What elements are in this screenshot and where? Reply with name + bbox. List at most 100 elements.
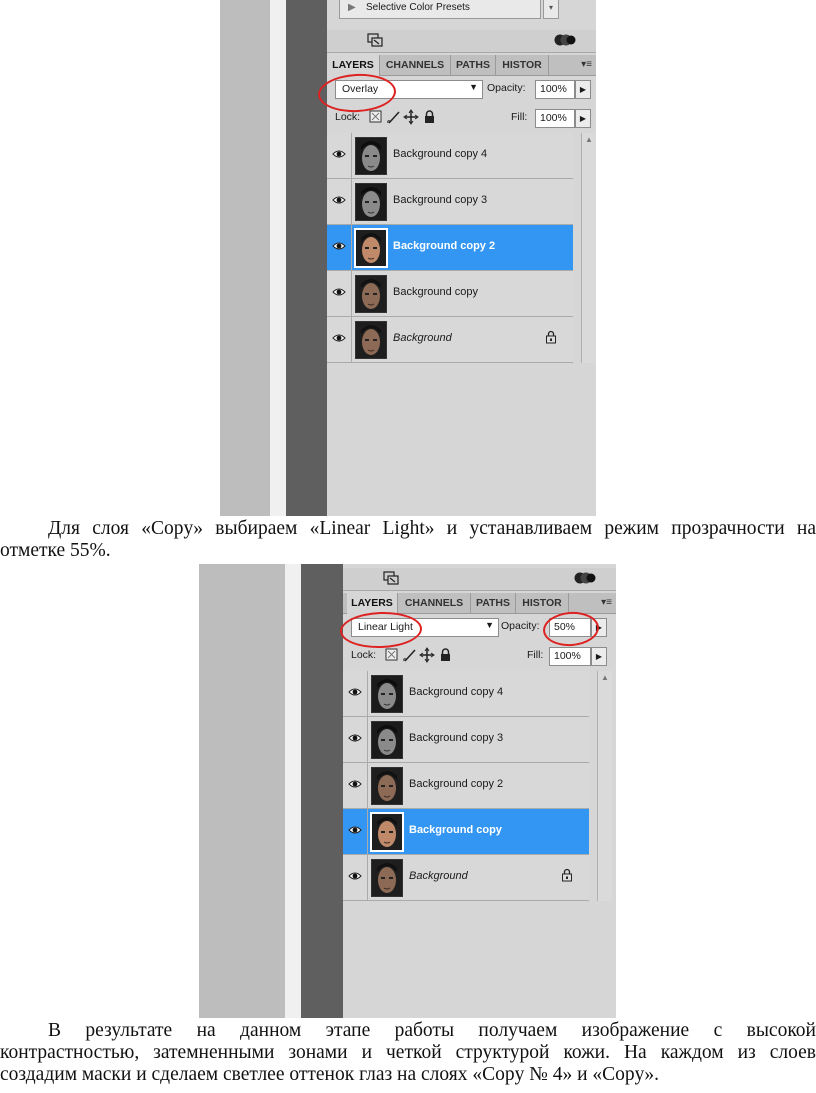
canvas-area-strip	[199, 564, 285, 1018]
visibility-toggle[interactable]	[327, 179, 352, 224]
layer-thumbnail	[355, 321, 387, 359]
tab-history[interactable]: HISTOR	[496, 55, 549, 75]
layer-row[interactable]: Background copy 2	[327, 225, 573, 271]
panel-iconbar	[343, 568, 616, 591]
layer-thumbnail	[355, 183, 387, 221]
visibility-toggle[interactable]	[327, 271, 352, 316]
collapse-icon[interactable]	[367, 33, 383, 47]
layer-row[interactable]: Background copy 4	[327, 133, 573, 179]
lock-icon	[546, 330, 556, 344]
fill-value: 100%	[540, 112, 567, 124]
paragraph-1-line-2: отметке 55%.	[0, 540, 111, 561]
lock-options[interactable]	[369, 109, 449, 125]
layer-row[interactable]: Background copy	[327, 271, 573, 317]
lock-options[interactable]	[385, 647, 465, 663]
tab-channels[interactable]: CHANNELS	[380, 55, 451, 75]
lock-label: Lock:	[335, 111, 361, 123]
tab-history[interactable]: HISTOR	[516, 593, 569, 613]
opacity-label: Opacity:	[501, 620, 540, 632]
layer-row[interactable]: Background copy 2	[343, 763, 589, 809]
fill-input[interactable]: 100%	[535, 109, 575, 128]
dropdown-arrow-icon: ▼	[485, 620, 494, 630]
opacity-value: 100%	[540, 83, 567, 95]
panel-menu-icon[interactable]: ▾≡	[601, 593, 612, 613]
layer-row[interactable]: Background copy	[343, 809, 589, 855]
move-icon	[419, 647, 435, 663]
tab-paths[interactable]: PATHS	[471, 593, 516, 613]
visibility-toggle[interactable]	[343, 855, 368, 900]
layer-thumbnail	[355, 275, 387, 313]
visibility-toggle[interactable]	[343, 763, 368, 808]
layer-name: Background copy 2	[409, 778, 504, 790]
paragraph-2-line-1: В результате на данном этапе работы полу…	[0, 1020, 816, 1042]
screenshot-layers-panel-2: LAYERS CHANNELS PATHS HISTOR ▾≡ Linear L…	[199, 564, 616, 1018]
canvas-area-strip	[220, 0, 270, 516]
scroll-up-icon[interactable]: ▲	[585, 135, 593, 144]
brush-icon	[387, 111, 400, 124]
visibility-toggle[interactable]	[343, 717, 368, 762]
opacity-slider-button[interactable]: ▶	[575, 80, 591, 99]
screenshot-layers-panel-1: ▶ Selective Color Presets ▾ LAYERS CHANN…	[220, 0, 596, 516]
visibility-eye-icon	[348, 688, 362, 696]
panel-iconbar	[327, 30, 596, 53]
paragraph-2-line-3: создадим маски и сделаем светлее оттенок…	[0, 1064, 660, 1085]
layers-scrollbar[interactable]: ▲	[597, 671, 612, 901]
fill-input[interactable]: 100%	[549, 647, 591, 666]
tab-channels[interactable]: CHANNELS	[398, 593, 471, 613]
paragraph-2-text-1: В результате на данном этапе работы полу…	[48, 1020, 816, 1041]
visibility-toggle[interactable]	[327, 317, 352, 362]
fill-slider-button[interactable]: ▶	[575, 109, 591, 128]
layer-name: Background copy 2	[393, 240, 496, 252]
tab-paths[interactable]: PATHS	[451, 55, 496, 75]
visibility-toggle[interactable]	[343, 671, 368, 716]
layer-name: Background copy 3	[393, 194, 488, 206]
dock-strip	[286, 0, 327, 516]
layer-thumbnail	[371, 721, 403, 759]
visibility-eye-icon	[348, 872, 362, 880]
layer-row[interactable]: Background	[343, 855, 589, 901]
collapse-icon[interactable]	[383, 571, 399, 585]
panel-group-icon[interactable]	[554, 33, 576, 47]
visibility-eye-icon	[332, 334, 346, 342]
fill-value: 100%	[554, 650, 581, 662]
layer-thumbnail	[371, 859, 403, 897]
tab-layers[interactable]: LAYERS	[347, 593, 398, 614]
tab-layers[interactable]: LAYERS	[327, 55, 380, 76]
fill-slider-button[interactable]: ▶	[591, 647, 607, 666]
preset-dropdown[interactable]: ▶ Selective Color Presets	[339, 0, 541, 19]
visibility-toggle[interactable]	[343, 809, 368, 854]
opacity-input[interactable]: 100%	[535, 80, 575, 99]
panel-menu-icon[interactable]: ▾≡	[581, 55, 592, 75]
dock-strip	[301, 564, 343, 1018]
transparency-lock-icon	[385, 648, 398, 661]
move-icon	[403, 109, 419, 125]
layer-thumbnail	[370, 812, 404, 852]
fill-label: Fill:	[511, 111, 528, 123]
visibility-eye-icon	[348, 780, 362, 788]
panel-separator	[270, 0, 286, 516]
layer-row[interactable]: Background copy 4	[343, 671, 589, 717]
layer-row[interactable]: Background copy 3	[343, 717, 589, 763]
brush-icon	[403, 649, 416, 662]
paragraph-1: Для слоя «Copy» выбираем «Linear Light» …	[0, 518, 816, 562]
layer-row[interactable]: Background	[327, 317, 573, 363]
panel-group-icon[interactable]	[574, 571, 596, 585]
scroll-up-icon[interactable]: ▲	[601, 673, 609, 682]
lock-icon	[562, 868, 572, 882]
layer-thumbnail	[371, 767, 403, 805]
panel-tabs: LAYERS CHANNELS PATHS HISTOR ▾≡	[327, 55, 596, 76]
visibility-toggle[interactable]	[327, 133, 352, 178]
visibility-eye-icon	[332, 150, 346, 158]
layer-row[interactable]: Background copy 3	[327, 179, 573, 225]
visibility-eye-icon	[332, 196, 346, 204]
visibility-toggle[interactable]	[327, 225, 352, 270]
transparency-lock-icon	[369, 110, 382, 123]
preset-label: Selective Color Presets	[366, 2, 470, 13]
preset-scroll-button[interactable]: ▾	[543, 0, 559, 19]
layers-scrollbar[interactable]: ▲	[581, 133, 596, 363]
paragraph-2: В результате на данном этапе работы полу…	[0, 1020, 816, 1086]
paragraph-2-line-2: контрастностью, затемненными зонами и че…	[0, 1042, 816, 1063]
lock-label: Lock:	[351, 649, 377, 661]
lock-icon	[441, 648, 450, 661]
layer-name: Background copy 4	[409, 686, 504, 698]
